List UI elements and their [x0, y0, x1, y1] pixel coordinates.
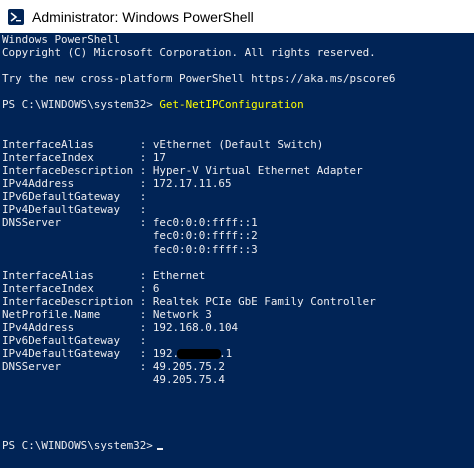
- output-row: InterfaceAlias : vEthernet (Default Swit…: [2, 137, 324, 151]
- output-row: DNSServer : 49.205.75.2: [2, 360, 225, 374]
- banner-line: Try the new cross-platform PowerShell ht…: [2, 72, 396, 86]
- powershell-icon: [8, 8, 24, 25]
- command-line: PS C:\WINDOWS\system32> Get-NetIPConfigu…: [2, 98, 474, 111]
- output-row: IPv4Address : 192.168.0.104: [2, 321, 239, 335]
- output-row: IPv4Address : 172.17.11.65: [2, 177, 232, 191]
- text-cursor: [156, 447, 163, 450]
- window-title: Administrator: Windows PowerShell: [32, 8, 254, 25]
- output-row: IPv4DefaultGateway :: [2, 203, 147, 217]
- powershell-window: Administrator: Windows PowerShell Window…: [0, 0, 474, 468]
- banner-line: Windows PowerShell: [2, 33, 121, 46]
- prompt-text: PS C:\WINDOWS\system32>: [2, 438, 153, 452]
- output-row: InterfaceDescription : Hyper-V Virtual E…: [2, 163, 363, 177]
- output-row: fec0:0:0:ffff::3: [152, 242, 258, 256]
- output-row: DNSServer : fec0:0:0:ffff::1: [2, 216, 258, 230]
- output-row: IPv6DefaultGateway :: [2, 334, 147, 348]
- output-row: InterfaceIndex : 6: [2, 281, 160, 295]
- title-bar[interactable]: Administrator: Windows PowerShell: [0, 0, 474, 33]
- redaction-mark: [177, 349, 222, 360]
- prompt-text: PS C:\WINDOWS\system32>: [2, 98, 153, 112]
- console-output[interactable]: Windows PowerShell Copyright (C) Microso…: [0, 33, 474, 468]
- output-row: InterfaceDescription : Realtek PCIe GbE …: [2, 294, 376, 308]
- banner-line: Copyright (C) Microsoft Corporation. All…: [2, 46, 376, 60]
- output-row: InterfaceIndex : 17: [2, 150, 166, 164]
- command-text: Get-NetIPConfiguration: [159, 98, 304, 112]
- output-row: NetProfile.Name : Network 3: [2, 307, 212, 321]
- final-prompt-line[interactable]: PS C:\WINDOWS\system32>: [2, 439, 474, 452]
- output-row: 49.205.75.4: [152, 373, 225, 387]
- output-row: IPv4DefaultGateway : 192. .1: [2, 347, 233, 361]
- output-row: fec0:0:0:ffff::2: [152, 229, 258, 243]
- output-row: IPv6DefaultGateway :: [2, 190, 147, 204]
- output-row: InterfaceAlias : Ethernet: [2, 268, 206, 282]
